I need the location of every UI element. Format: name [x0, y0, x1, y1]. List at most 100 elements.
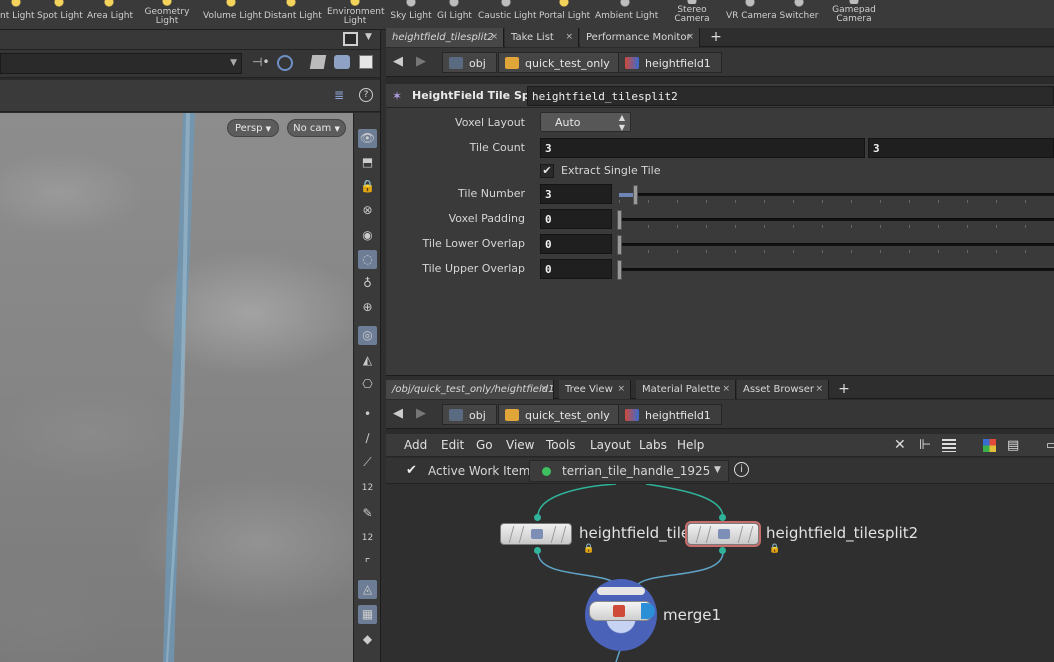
voxel-padding-slider[interactable] — [617, 210, 1054, 230]
target-icon[interactable] — [277, 55, 293, 71]
portal-light-tool[interactable]: Portal Light — [539, 0, 590, 30]
tile-upper-overlap-slider[interactable] — [617, 260, 1054, 280]
measure-icon[interactable]: ⟋ — [358, 453, 377, 472]
tile-number-field[interactable]: 3 — [540, 184, 612, 204]
tile-lower-overlap-slider[interactable] — [617, 235, 1054, 255]
node-label[interactable]: heightfield_tiles — [579, 524, 698, 542]
tab-performance-monitor[interactable]: Performance Monitor × — [580, 28, 700, 47]
camera-icon[interactable]: ⎔ — [358, 375, 377, 394]
lock-icon[interactable]: 🔒 — [769, 544, 780, 554]
render-icon[interactable]: ◎ — [358, 326, 377, 345]
tile-lower-overlap-field[interactable]: 0 — [540, 234, 612, 254]
menu-tools[interactable]: Tools — [546, 434, 576, 457]
close-icon[interactable]: × — [540, 380, 548, 399]
close-icon[interactable]: × — [722, 380, 730, 399]
lock-icon[interactable]: 🔒 — [583, 544, 594, 554]
caustic-light-tool[interactable]: Caustic Light — [478, 0, 537, 30]
sky-light-tool[interactable]: Sky Light — [390, 0, 432, 30]
back-arrow-icon[interactable]: ◀ — [393, 406, 403, 421]
info-panel-icon[interactable]: ▭ — [1046, 438, 1054, 453]
close-icon[interactable]: × — [617, 380, 625, 399]
slider-handle[interactable] — [617, 210, 622, 230]
node-heightfield-tilesplit2[interactable] — [685, 521, 761, 547]
bulb-add-icon[interactable]: ⊕ — [358, 298, 377, 317]
camera-menu[interactable]: No cam ▼ — [287, 119, 346, 137]
close-icon[interactable]: × — [815, 380, 823, 399]
info-icon[interactable]: i — [734, 462, 749, 477]
breadcrumb-quick-test-only[interactable]: quick_test_only — [498, 52, 621, 73]
light-icon[interactable]: ⊗ — [358, 201, 377, 220]
geometry-select-icon[interactable] — [334, 55, 350, 69]
tile-count-x-field[interactable]: 3 — [540, 138, 865, 158]
menu-go[interactable]: Go — [476, 434, 493, 457]
tab-material-palette[interactable]: Material Palette × — [636, 380, 736, 399]
brush-icon[interactable]: ✎ — [358, 504, 377, 523]
lamp-icon[interactable]: ◌ — [358, 250, 377, 269]
voxel-layout-select[interactable]: Auto ▲ ▼ — [540, 112, 631, 132]
node-label[interactable]: merge1 — [663, 606, 721, 624]
voxel-padding-field[interactable]: 0 — [540, 209, 612, 229]
environment-light-tool[interactable]: Environment Light — [327, 0, 384, 30]
spot-light-tool[interactable]: Spot Light — [37, 0, 83, 30]
volume-light-tool[interactable]: Volume Light — [203, 0, 262, 30]
tab-asset-browser[interactable]: Asset Browser × — [737, 380, 829, 399]
select-icon[interactable]: ⬒ — [358, 153, 377, 172]
vr-camera-tool[interactable]: VR Camera — [726, 0, 777, 30]
breadcrumb-obj[interactable]: obj — [442, 52, 497, 73]
point-light-tool[interactable]: nt Light — [0, 0, 35, 30]
pen-icon[interactable]: ∕ — [358, 429, 377, 448]
menu-add[interactable]: Add — [404, 434, 427, 457]
forward-arrow-icon[interactable]: ▶ — [416, 406, 426, 421]
counter2-icon[interactable]: 12 — [358, 529, 377, 548]
corner-icon[interactable]: ⌜ — [358, 554, 377, 573]
node-merge1[interactable] — [585, 579, 657, 651]
node-label[interactable]: heightfield_tilesplit2 — [766, 524, 918, 542]
checkmark-icon[interactable]: ✔ — [406, 463, 417, 478]
tile-upper-overlap-field[interactable]: 0 — [540, 259, 612, 279]
node-name-field[interactable]: heightfield_tilesplit2 — [527, 86, 1054, 106]
grid-view-icon[interactable]: ▤ — [1007, 438, 1019, 453]
menu-edit[interactable]: Edit — [441, 434, 464, 457]
close-icon[interactable]: × — [565, 28, 573, 47]
extract-single-tile-checkbox[interactable]: ✔ — [540, 164, 554, 178]
counter-icon[interactable]: 12 — [358, 479, 377, 498]
bulb-icon[interactable]: ♁ — [358, 274, 377, 293]
close-icon[interactable]: × — [490, 28, 498, 47]
maximize-pane-icon[interactable] — [343, 32, 358, 46]
switcher-tool[interactable]: Switcher — [779, 0, 819, 30]
square-icon[interactable] — [359, 55, 373, 69]
help-icon[interactable]: ? — [359, 88, 373, 102]
close-icon[interactable]: × — [686, 28, 694, 47]
node-heightfield-tiles[interactable] — [500, 523, 572, 545]
forward-arrow-icon[interactable]: ▶ — [416, 54, 426, 69]
geometry-light-tool[interactable]: Geometry Light — [142, 0, 192, 30]
node-output-port[interactable] — [719, 547, 726, 554]
breadcrumb-quick-test-only[interactable]: quick_test_only — [498, 404, 621, 425]
pin-icon[interactable]: ⊣• — [252, 55, 270, 69]
tree-layout-icon[interactable]: ⊩ — [919, 437, 931, 453]
node-input-port[interactable] — [534, 514, 541, 521]
slider-handle[interactable] — [633, 185, 638, 205]
object-icon[interactable] — [309, 55, 327, 69]
add-tab-icon[interactable]: + — [834, 380, 854, 399]
stereo-camera-tool[interactable]: Stereo Camera — [672, 0, 712, 30]
gi-light-tool[interactable]: GI Light — [437, 0, 472, 30]
active-work-item-select[interactable]: terrian_tile_handle_1925 ▼ — [529, 460, 729, 482]
breadcrumb-heightfield1[interactable]: heightfield1 — [618, 404, 722, 425]
viewport-view-dropdown[interactable]: ▼ — [0, 53, 242, 74]
perspective-menu[interactable]: Persp ▼ — [227, 119, 279, 137]
node-input-port[interactable] — [719, 514, 726, 521]
menu-help[interactable]: Help — [677, 434, 704, 457]
node-output-port[interactable] — [534, 547, 541, 554]
add-tab-icon[interactable]: + — [706, 28, 726, 47]
grid-icon[interactable]: ◬ — [358, 580, 377, 599]
tile-count-y-field[interactable]: 3 — [868, 138, 1054, 158]
tab-take-list[interactable]: Take List × — [505, 28, 579, 47]
color-palette-icon[interactable] — [983, 439, 996, 452]
wrench-icon[interactable]: ✕ — [894, 437, 906, 453]
tab-tree-view[interactable]: Tree View × — [559, 380, 631, 399]
slider-handle[interactable] — [617, 260, 622, 280]
checker-icon[interactable]: ▦ — [358, 605, 377, 624]
pane-menu-arrow-icon[interactable]: ▼ — [365, 32, 372, 42]
drop-icon[interactable]: ◆ — [358, 630, 377, 649]
